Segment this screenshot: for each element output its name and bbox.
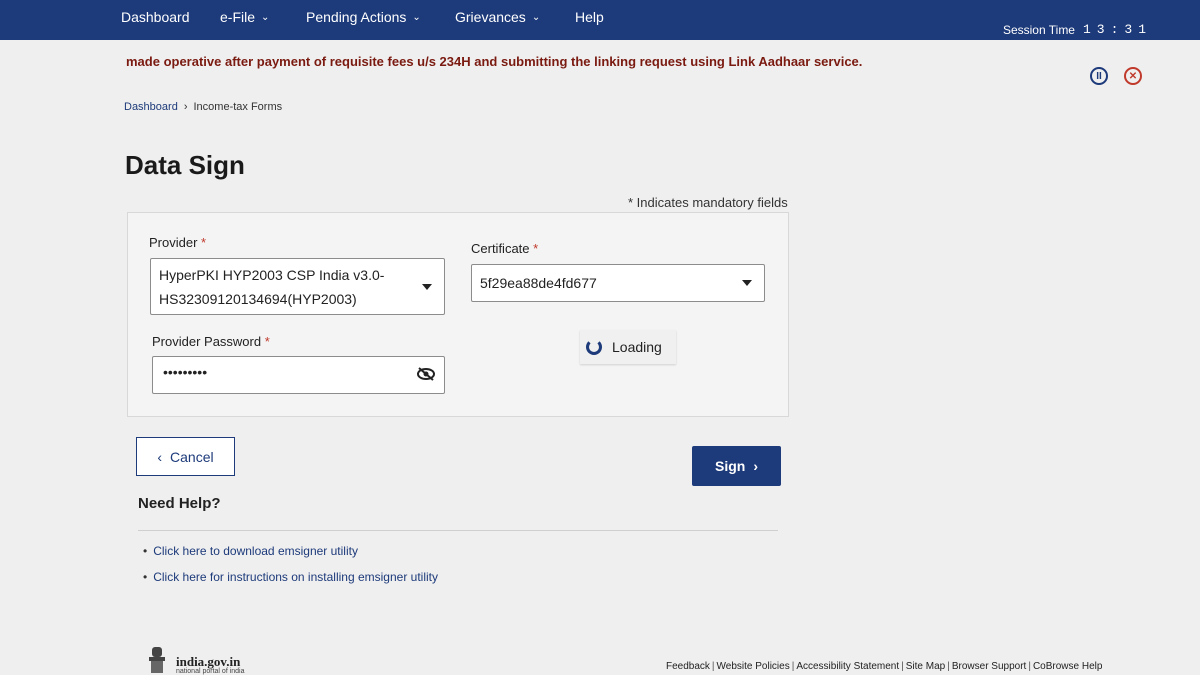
footer-link-feedback[interactable]: Feedback [666,661,710,672]
provider-value-line1: HyperPKI HYP2003 CSP India v3.0- [159,267,385,283]
certificate-label: Certificate * [471,241,538,256]
password-label-text: Provider Password [152,334,262,349]
provider-select[interactable]: HyperPKI HYP2003 CSP India v3.0- HS32309… [150,258,445,315]
bullet: • [143,570,148,584]
help-title: Need Help? [138,495,221,512]
breadcrumb-current: Income-tax Forms [193,101,283,113]
footer-separator: | [1028,661,1031,672]
pause-icon[interactable]: II [1090,67,1108,85]
alert-message: made operative after payment of requisit… [126,54,863,69]
download-emsigner-link[interactable]: • Click here to download emsigner utilit… [143,544,358,558]
sign-button-label: Sign [714,458,746,474]
loading-text: Loading [612,339,662,355]
india-gov-subtitle: national portal of india [176,668,245,675]
footer-link-sitemap[interactable]: Site Map [906,661,945,672]
chevron-left-icon: ‹ [157,448,163,465]
session-label: Session Time [1002,22,1075,37]
spinner-icon [586,339,602,355]
loading-indicator: Loading [580,330,676,364]
footer-link-browser-support[interactable]: Browser Support [952,661,1026,672]
bullet: • [143,544,148,558]
chevron-down-icon: ⌄ [261,11,270,23]
session-timer: Session Time 13:31 [1003,22,1152,37]
chevron-down-icon: ⌄ [531,11,541,23]
footer-link-accessibility[interactable]: Accessibility Statement [796,661,899,672]
mandatory-note: * Indicates mandatory fields [628,195,788,210]
eye-slash-icon[interactable] [416,366,436,382]
certificate-select[interactable]: 5f29ea88de4fd677 [471,264,765,302]
password-label: Provider Password * [152,334,270,349]
top-nav: Dashboard e-File ⌄ Pending Actions ⌄ Gri… [0,0,1200,40]
required-marker: * [533,241,539,256]
provider-label-text: Provider [149,235,198,250]
chevron-right-icon: › [753,458,758,474]
nav-dashboard[interactable]: Dashboard [121,9,190,25]
footer-separator: | [901,661,904,672]
nav-grievances-label: Grievances [455,9,526,25]
page-title: Data Sign [125,150,245,180]
national-emblem-icon [149,647,165,673]
cancel-button[interactable]: ‹ Cancel [136,437,235,476]
footer-link-website-policies[interactable]: Website Policies [717,661,790,672]
install-instructions-link[interactable]: • Click here for instructions on install… [143,570,438,584]
footer-separator: | [711,661,715,672]
required-marker: * [264,334,270,349]
breadcrumb-dashboard[interactable]: Dashboard [124,101,178,113]
install-instructions-label: Click here for instructions on installin… [153,570,438,584]
sign-button[interactable]: Sign › [692,446,781,486]
nav-grievances[interactable]: Grievances ⌄ [455,9,540,25]
close-icon[interactable]: ✕ [1124,67,1142,85]
nav-dashboard-label: Dashboard [121,9,190,25]
nav-help[interactable]: Help [575,9,604,25]
nav-pending-actions[interactable]: Pending Actions ⌄ [306,9,421,25]
breadcrumb-separator: › [183,101,188,113]
nav-pending-actions-label: Pending Actions [306,9,407,25]
provider-label: Provider * [149,235,206,250]
download-emsigner-label: Click here to download emsigner utility [153,544,358,558]
provider-password-input[interactable]: ••••••••• [152,356,445,394]
divider [138,530,778,531]
certificate-label-text: Certificate [471,241,530,256]
nav-efile-label: e-File [220,9,256,25]
required-marker: * [201,235,207,250]
cancel-button-label: Cancel [170,448,214,465]
footer-link-cobrowse[interactable]: CoBrowse Help [1033,661,1102,672]
password-value: ••••••••• [163,364,208,380]
session-time-value: 13:31 [1082,22,1152,37]
nav-efile[interactable]: e-File ⌄ [220,9,269,25]
provider-value-line2: HS32309120134694(HYP2003) [159,291,357,307]
footer-links: Feedback | Website Policies | Accessibil… [666,661,1102,672]
chevron-down-icon: ⌄ [412,11,421,23]
footer-separator: | [791,661,795,672]
caret-down-icon [422,283,432,290]
certificate-value: 5f29ea88de4fd677 [480,275,597,291]
breadcrumb: Dashboard › Income-tax Forms [124,101,282,113]
footer-separator: | [947,661,950,672]
nav-help-label: Help [575,9,604,25]
caret-down-icon [742,280,752,286]
